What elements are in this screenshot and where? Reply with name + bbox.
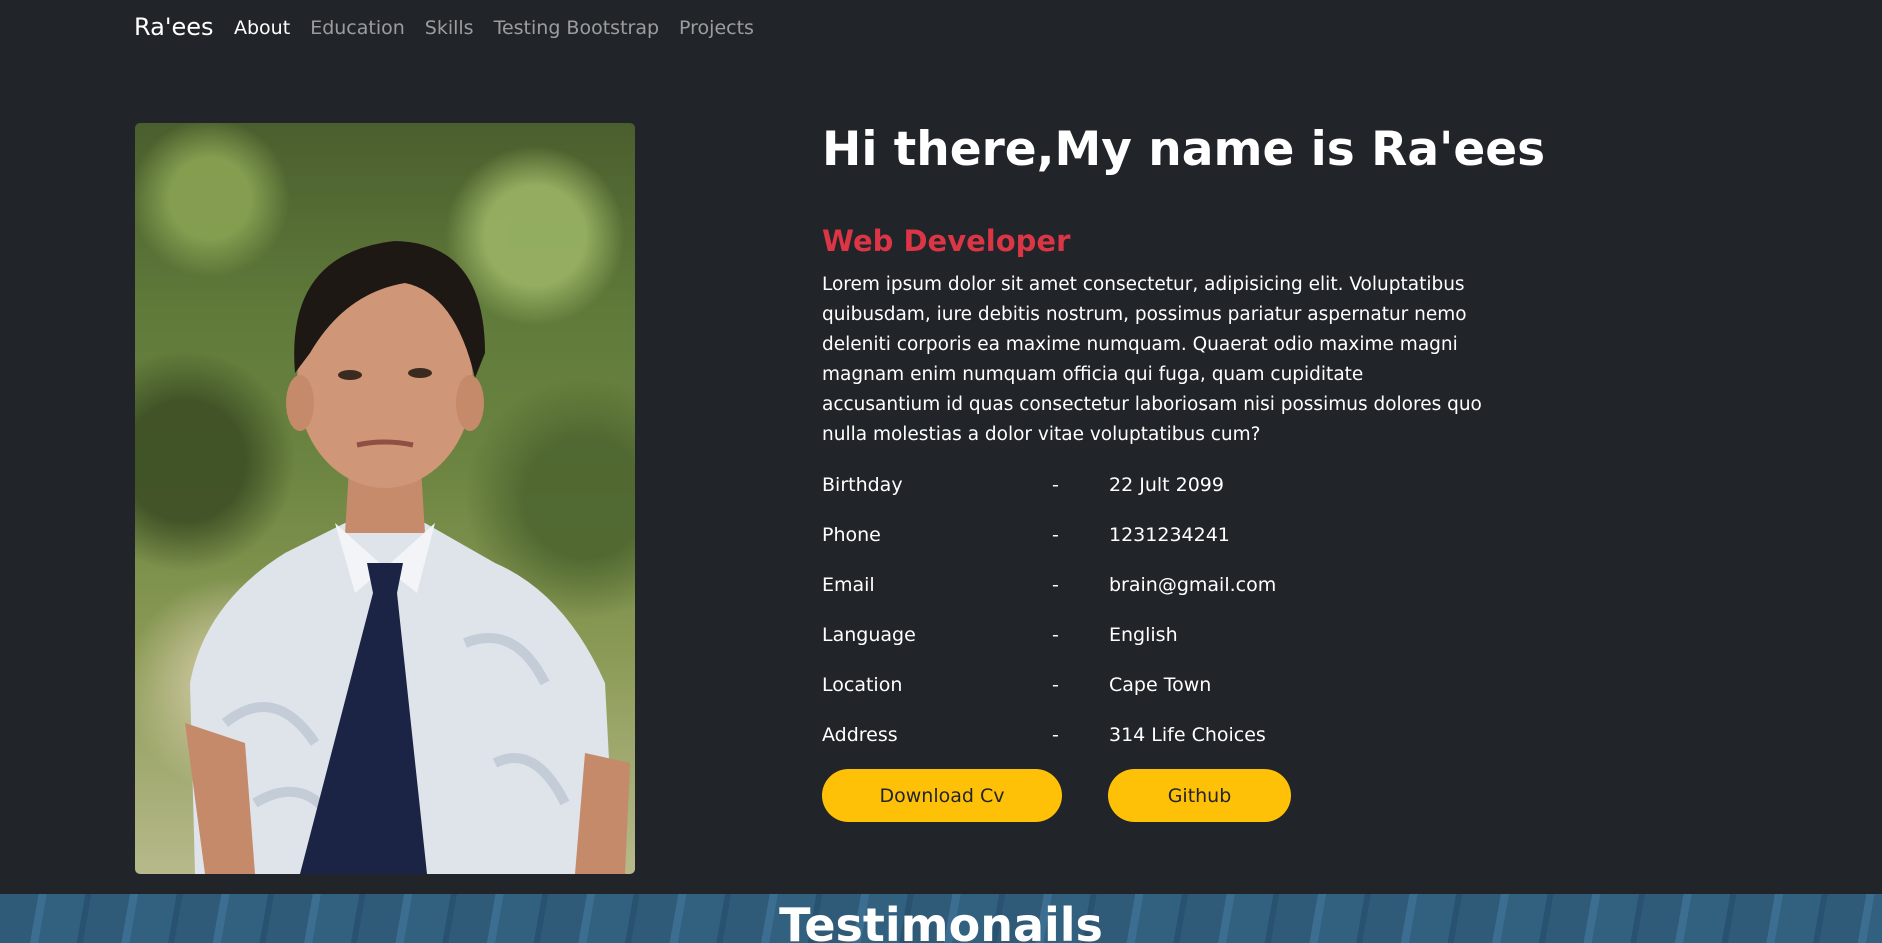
- nav-links: About Education Skills Testing Bootstrap…: [234, 17, 774, 39]
- info-label: Address: [822, 724, 898, 746]
- info-separator: -: [1052, 724, 1059, 746]
- info-row-email: Email - brain@gmail.com: [822, 574, 1422, 604]
- info-row-birthday: Birthday - 22 Jult 2099: [822, 474, 1422, 504]
- info-value: 22 Jult 2099: [1109, 474, 1224, 496]
- info-value: Cape Town: [1109, 674, 1212, 696]
- nav-link-skills[interactable]: Skills: [425, 17, 474, 39]
- person-illustration: [185, 241, 630, 874]
- nav-link-projects[interactable]: Projects: [679, 17, 754, 39]
- navbar: Ra'ees About Education Skills Testing Bo…: [0, 0, 1882, 58]
- nav-link-testing-bootstrap[interactable]: Testing Bootstrap: [494, 17, 659, 39]
- bio-text: Lorem ipsum dolor sit amet consectetur, …: [822, 274, 1482, 445]
- info-value: 1231234241: [1109, 524, 1230, 546]
- testimonials-title: Testimonails: [779, 898, 1103, 943]
- info-row-language: Language - English: [822, 624, 1422, 654]
- info-row-address: Address - 314 Life Choices: [822, 724, 1422, 754]
- info-row-phone: Phone - 1231234241: [822, 524, 1422, 554]
- info-label: Email: [822, 574, 875, 596]
- nav-link-about[interactable]: About: [234, 17, 290, 39]
- info-separator: -: [1052, 624, 1059, 646]
- info-row-location: Location - Cape Town: [822, 674, 1422, 704]
- info-label: Phone: [822, 524, 881, 546]
- info-value: brain@gmail.com: [1109, 574, 1277, 596]
- nav-link-education[interactable]: Education: [310, 17, 405, 39]
- info-separator: -: [1052, 474, 1059, 496]
- info-separator: -: [1052, 674, 1059, 696]
- profile-photo: [135, 123, 635, 874]
- info-label: Birthday: [822, 474, 903, 496]
- download-cv-button[interactable]: Download Cv: [822, 769, 1062, 822]
- info-label: Language: [822, 624, 916, 646]
- page-title: Hi there,My name is Ra'ees: [822, 122, 1546, 177]
- info-label: Location: [822, 674, 903, 696]
- info-value: 314 Life Choices: [1109, 724, 1266, 746]
- github-button[interactable]: Github: [1108, 769, 1291, 822]
- testimonials-section: Testimonails: [0, 894, 1882, 943]
- info-value: English: [1109, 624, 1178, 646]
- role-subtitle: Web Developer: [822, 224, 1071, 258]
- info-separator: -: [1052, 574, 1059, 596]
- brand-link[interactable]: Ra'ees: [134, 13, 214, 41]
- info-separator: -: [1052, 524, 1059, 546]
